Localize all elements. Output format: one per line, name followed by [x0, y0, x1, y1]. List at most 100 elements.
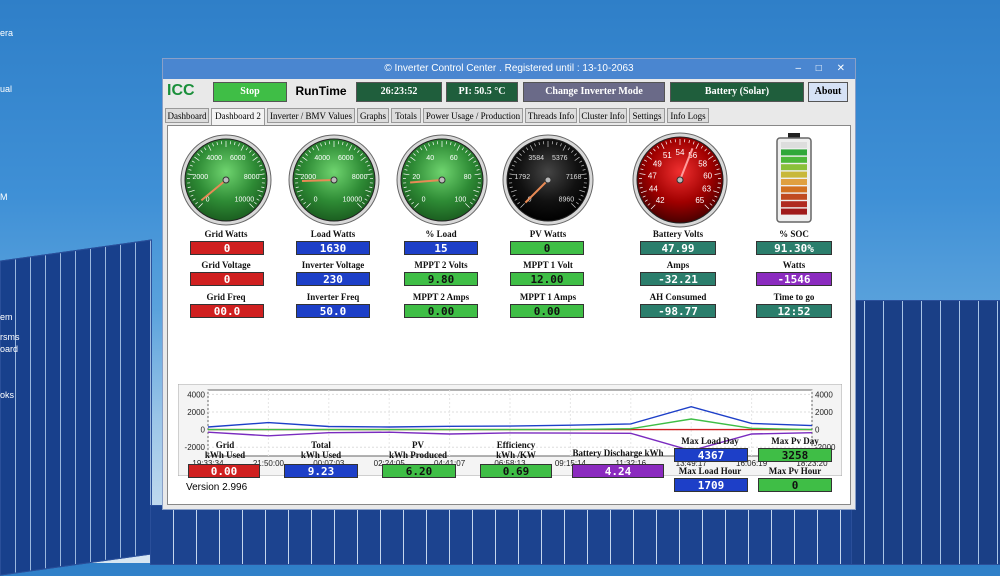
- gauge-needle: [302, 180, 334, 181]
- desktop-label[interactable]: em: [0, 312, 13, 322]
- watts-label: Watts: [752, 260, 836, 270]
- max-pv-hour-label: Max Pv Hour: [756, 466, 834, 476]
- gauge-hub: [545, 177, 551, 183]
- change-inverter-mode-button[interactable]: Change Inverter Mode: [523, 82, 665, 102]
- pv-watts-value: 0: [510, 241, 584, 255]
- gauge-label: 0: [314, 196, 318, 203]
- gauge-label: 7168: [566, 174, 582, 181]
- gauge-label: 2000: [193, 174, 209, 181]
- solar-panel-bg-left: [0, 239, 152, 575]
- load-watts-value: 1630: [296, 241, 370, 255]
- grid-freq-label: Grid Freq: [188, 292, 264, 302]
- gauge-label: 49: [653, 160, 662, 169]
- desktop-label[interactable]: oard: [0, 344, 18, 354]
- gauge-label: 6000: [338, 155, 354, 162]
- desktop-label[interactable]: era: [0, 28, 13, 38]
- gauge-label: 80: [464, 174, 472, 181]
- ah-consumed-value: -98.77: [640, 304, 716, 318]
- ah-consumed-label: AH Consumed: [630, 292, 726, 302]
- gauge-label: 1792: [515, 174, 531, 181]
- amps-label: Amps: [630, 260, 726, 270]
- grid-kwh-label-2: kWh Used: [190, 450, 260, 460]
- solar-panel-bg-bottom: [150, 505, 852, 565]
- gauge-label: 42: [656, 196, 665, 205]
- pv-watts-gauge: 017923584537671688960: [502, 134, 594, 226]
- max-load-hour-label: Max Load Hour: [672, 466, 748, 476]
- battery-cell: [781, 179, 807, 185]
- pi-temperature: PI: 50.5 °C: [446, 82, 518, 102]
- time-to-go-label: Time to go: [752, 292, 836, 302]
- mppt1-amps-value: 0.00: [510, 304, 584, 318]
- y-tick-label: 0: [201, 426, 206, 435]
- tab-threads-info[interactable]: Threads Info: [525, 108, 577, 123]
- runtime-label: RunTime: [291, 82, 351, 102]
- inverter-voltage-label: Inverter Voltage: [288, 260, 378, 270]
- desktop-label[interactable]: M: [0, 192, 8, 202]
- gauge-label: 47: [648, 172, 657, 181]
- window-titlebar[interactable]: © Inverter Control Center . Registered u…: [163, 59, 855, 79]
- battery-cell: [781, 157, 807, 163]
- tab-totals[interactable]: Totals: [391, 108, 421, 123]
- version-label: Version 2.996: [186, 482, 247, 493]
- battery-volts-gauge: 4244474951545658606365: [632, 132, 728, 228]
- battery-cell: [781, 201, 807, 207]
- desktop-label[interactable]: rsms: [0, 332, 20, 342]
- desktop-label[interactable]: ual: [0, 84, 12, 94]
- solar-panel-bg-right: [845, 300, 1000, 565]
- tab-inverter-bmv-values[interactable]: Inverter / BMV Values: [267, 108, 355, 123]
- battery-cell: [781, 186, 807, 192]
- inverter-freq-value: 50.0: [296, 304, 370, 318]
- max-load-day-value: 4367: [674, 448, 748, 462]
- tab-dashboard[interactable]: Dashboard: [165, 108, 209, 123]
- gauge-hub: [677, 177, 683, 183]
- tab-dashboard-2[interactable]: Dashboard 2: [211, 108, 265, 125]
- gauge-label: 65: [695, 196, 704, 205]
- gauge-label: 44: [649, 185, 658, 194]
- time-to-go-value: 12:52: [756, 304, 832, 318]
- gauge-label: 60: [450, 155, 458, 162]
- tab-power-usage[interactable]: Power Usage / Production: [423, 108, 523, 123]
- battery-soc-icon: [774, 132, 814, 224]
- inverter-freq-label: Inverter Freq: [288, 292, 378, 302]
- gauge-label: 63: [702, 185, 711, 194]
- gauge-label: 10000: [235, 196, 255, 203]
- total-kwh-label-2: kWh Used: [283, 450, 359, 460]
- gauge-label: 4000: [206, 155, 222, 162]
- max-pv-day-value: 3258: [758, 448, 832, 462]
- y-tick-label-right: 0: [815, 426, 820, 435]
- battery-cell: [781, 149, 807, 155]
- gauge-label: 60: [703, 172, 712, 181]
- tab-graphs[interactable]: Graphs: [357, 108, 389, 123]
- stop-button[interactable]: Stop: [213, 82, 287, 102]
- soc-value: 91.30%: [756, 241, 832, 255]
- tab-info-logs[interactable]: Info Logs: [667, 108, 709, 123]
- tab-settings[interactable]: Settings: [629, 108, 665, 123]
- y-tick-label-right: 2000: [815, 408, 833, 417]
- y-tick-label: 4000: [187, 390, 205, 399]
- grid-kwh-label-1: Grid: [190, 440, 260, 450]
- mppt1-volt-value: 12.00: [510, 272, 584, 286]
- mppt1-volt-label: MPPT 1 Volt: [502, 260, 594, 270]
- y-tick-label: 2000: [187, 408, 205, 417]
- soc-label: % SOC: [752, 229, 836, 239]
- gauge-label: 8000: [352, 174, 368, 181]
- window-controls[interactable]: – □ ✕: [795, 59, 851, 79]
- battery-discharge-value: 4.24: [572, 464, 664, 478]
- gauge-label: 51: [663, 151, 672, 160]
- gauge-label: 20: [412, 174, 420, 181]
- gauge-label: 10000: [343, 196, 363, 203]
- tab-cluster-info[interactable]: Cluster Info: [579, 108, 627, 123]
- desktop-label[interactable]: oks: [0, 390, 14, 400]
- y-tick-label-right: 4000: [815, 390, 833, 399]
- grid-watts-value: 0: [190, 241, 264, 255]
- gauge-label: 4000: [314, 155, 330, 162]
- pv-kwh-label-1: PV: [378, 440, 458, 450]
- battery-volts-value: 47.99: [640, 241, 716, 255]
- battery-cell: [781, 172, 807, 178]
- dashboard-2-panel: 0200040006000800010000 02000400060008000…: [167, 125, 851, 505]
- gauge-label: 0: [422, 196, 426, 203]
- gauge-label: 8000: [244, 174, 260, 181]
- gauge-label: 8960: [559, 196, 575, 203]
- about-button[interactable]: About: [808, 82, 848, 102]
- mppt2-volts-label: MPPT 2 Volts: [396, 260, 486, 270]
